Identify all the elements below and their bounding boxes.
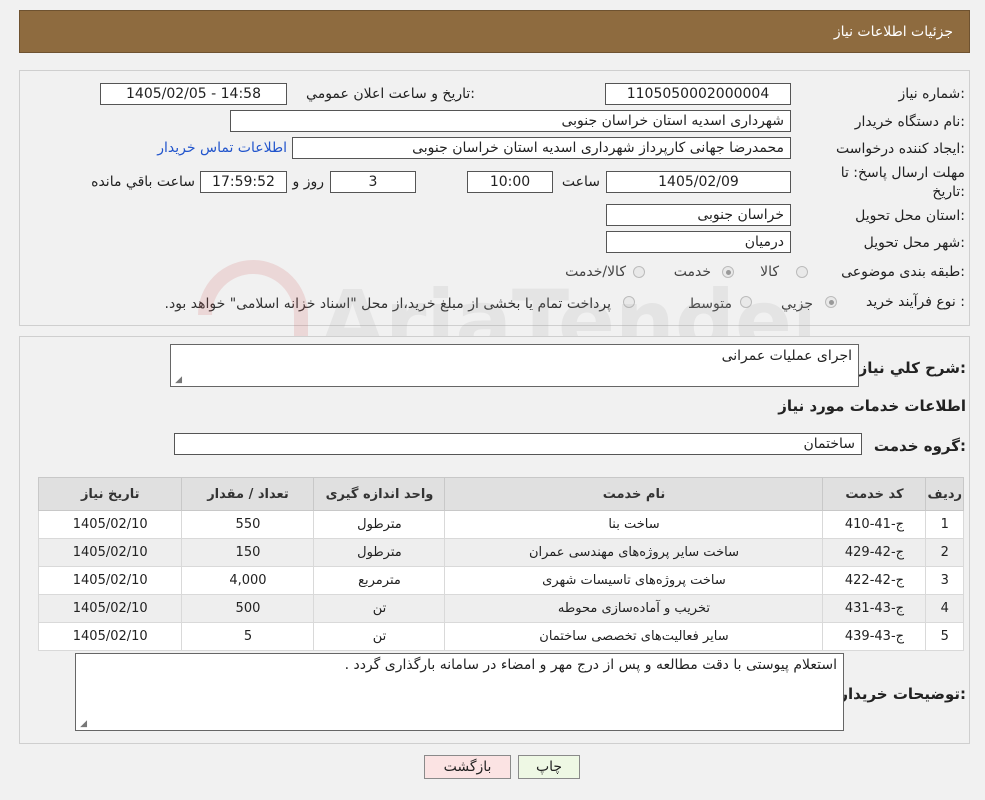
category-option-goods: کالا — [760, 264, 779, 280]
category-option-goods-service: کالا/خدمت — [565, 264, 626, 280]
need-date: 1405/02/10 — [37, 594, 183, 623]
page-title: جزئیات اطلاعات نیاز — [833, 24, 953, 40]
summary-textarea: اجرای عملیات عمرانی ◢ — [170, 344, 859, 387]
process-option-minor: جزيي — [781, 296, 813, 312]
table-header-row: رديف کد خدمت نام خدمت واحد اندازه گيری ت… — [37, 477, 964, 511]
remaining-days-field: 3 — [330, 171, 416, 193]
need-number-label: شماره نیاز: — [898, 86, 965, 102]
quantity: 150 — [181, 538, 315, 567]
unit: مترمربع — [313, 566, 446, 595]
treasury-note: پرداخت تمام يا بخشی از مبلغ خريد،از محل … — [164, 296, 611, 312]
need-number-field: 1105050002000004 — [605, 83, 791, 105]
deadline-time-field: 10:00 — [467, 171, 553, 193]
row-number: 5 — [925, 622, 964, 651]
unit: مترطول — [313, 538, 446, 567]
table-row: 1 ج-41-410 ساخت بنا مترطول 550 1405/02/1… — [37, 510, 964, 539]
row-number: 4 — [925, 594, 964, 623]
creator-label: ايجاد کننده درخواست: — [836, 141, 965, 157]
unit: تن — [313, 622, 446, 651]
col-unit: واحد اندازه گيری — [313, 477, 446, 511]
quantity: 4,000 — [181, 566, 315, 595]
province-field: خراسان جنوبی — [606, 204, 791, 226]
creator-field: محمدرضا جهانی کارپرداز شهرداری اسدیه است… — [292, 137, 791, 159]
service-group-label: گروه خدمت: — [873, 437, 966, 455]
buyer-org-field: شهرداری اسدیه استان خراسان جنوبی — [230, 110, 791, 132]
col-row-number: رديف — [925, 477, 964, 511]
quantity: 550 — [181, 510, 315, 539]
need-date: 1405/02/10 — [37, 622, 183, 651]
treasury-checkbox[interactable] — [623, 296, 635, 308]
service-name: ساخت بنا — [444, 510, 824, 539]
announce-datetime-label: تاريخ و ساعت اعلان عمومي: — [306, 86, 475, 102]
col-need-date: تاريخ نياز — [37, 477, 183, 511]
buyer-notes-text: استعلام پیوستی با دقت مطالعه و پس از درج… — [344, 657, 837, 673]
province-label: استان محل تحويل: — [855, 208, 965, 224]
need-date: 1405/02/10 — [37, 510, 183, 539]
quantity: 500 — [181, 594, 315, 623]
need-info-panel — [19, 70, 970, 326]
deadline-time-label: ساعت — [561, 174, 600, 190]
summary-text: اجرای عملیات عمرانی — [721, 348, 852, 364]
need-date: 1405/02/10 — [37, 566, 183, 595]
table-row: 4 ج-43-431 تخریب و آماده‌سازی محوطه تن 5… — [37, 594, 964, 623]
resize-grip-icon[interactable]: ◢ — [174, 376, 182, 385]
days-label: روز و — [292, 174, 325, 190]
deadline-label-line2: تاريخ: — [932, 184, 965, 200]
service-group-field: ساختمان — [174, 433, 862, 455]
service-name: ساخت پروژه‌های تاسیسات شهری — [444, 566, 824, 595]
col-quantity: تعداد / مقدار — [181, 477, 315, 511]
quantity: 5 — [181, 622, 315, 651]
buyer-notes-label: توضيحات خريدار: — [839, 685, 966, 703]
service-code: ج-43-439 — [822, 622, 927, 651]
process-radio-minor[interactable] — [825, 296, 837, 308]
process-label: نوع فرآيند خريد : — [866, 294, 965, 310]
table-row: 3 ج-42-422 ساخت پروژه‌های تاسیسات شهری م… — [37, 566, 964, 595]
row-number: 1 — [925, 510, 964, 539]
col-service-name: نام خدمت — [444, 477, 824, 511]
row-number: 3 — [925, 566, 964, 595]
city-label: شهر محل تحويل: — [863, 235, 965, 251]
process-radio-medium[interactable] — [740, 296, 752, 308]
deadline-date-field: 1405/02/09 — [606, 171, 791, 193]
service-name: ساخت سایر پروژه‌های مهندسی عمران — [444, 538, 824, 567]
col-service-code: کد خدمت — [822, 477, 927, 511]
services-section-title: اطلاعات خدمات مورد نياز — [778, 397, 966, 415]
service-code: ج-42-429 — [822, 538, 927, 567]
city-field: درمیان — [606, 231, 791, 253]
remaining-time-field: 17:59:52 — [200, 171, 287, 193]
back-button[interactable]: بازگشت — [424, 755, 511, 779]
category-radio-goods[interactable] — [796, 266, 808, 278]
category-radio-goods-service[interactable] — [633, 266, 645, 278]
process-option-medium: متوسط — [688, 296, 732, 312]
summary-label: شرح کلي نياز: — [858, 359, 966, 377]
deadline-label-line1: مهلت ارسال پاسخ: تا — [840, 165, 965, 181]
category-label: طبقه بندی موضوعی: — [841, 264, 965, 280]
table-row: 5 ج-43-439 سایر فعالیت‌های تخصصی ساختمان… — [37, 622, 964, 651]
service-name: تخریب و آماده‌سازی محوطه — [444, 594, 824, 623]
service-name: سایر فعالیت‌های تخصصی ساختمان — [444, 622, 824, 651]
category-option-service: خدمت — [673, 264, 711, 280]
table-row: 2 ج-42-429 ساخت سایر پروژه‌های مهندسی عم… — [37, 538, 964, 567]
remaining-time-label: ساعت باقي مانده — [91, 174, 195, 190]
resize-grip-icon[interactable]: ◢ — [79, 720, 87, 729]
page-header: جزئیات اطلاعات نیاز — [19, 10, 970, 53]
print-button[interactable]: چاپ — [518, 755, 580, 779]
need-date: 1405/02/10 — [37, 538, 183, 567]
buyer-org-label: نام دستگاه خريدار: — [854, 114, 965, 130]
buyer-notes-textarea: استعلام پیوستی با دقت مطالعه و پس از درج… — [75, 653, 844, 731]
unit: مترطول — [313, 510, 446, 539]
category-radio-service[interactable] — [722, 266, 734, 278]
announce-datetime-field: 1405/02/05 - 14:58 — [100, 83, 287, 105]
buyer-contact-link[interactable]: اطلاعات تماس خريدار — [157, 140, 287, 156]
service-code: ج-41-410 — [822, 510, 927, 539]
service-code: ج-43-431 — [822, 594, 927, 623]
unit: تن — [313, 594, 446, 623]
services-table: رديف کد خدمت نام خدمت واحد اندازه گيری ت… — [37, 477, 964, 651]
service-code: ج-42-422 — [822, 566, 927, 595]
row-number: 2 — [925, 538, 964, 567]
